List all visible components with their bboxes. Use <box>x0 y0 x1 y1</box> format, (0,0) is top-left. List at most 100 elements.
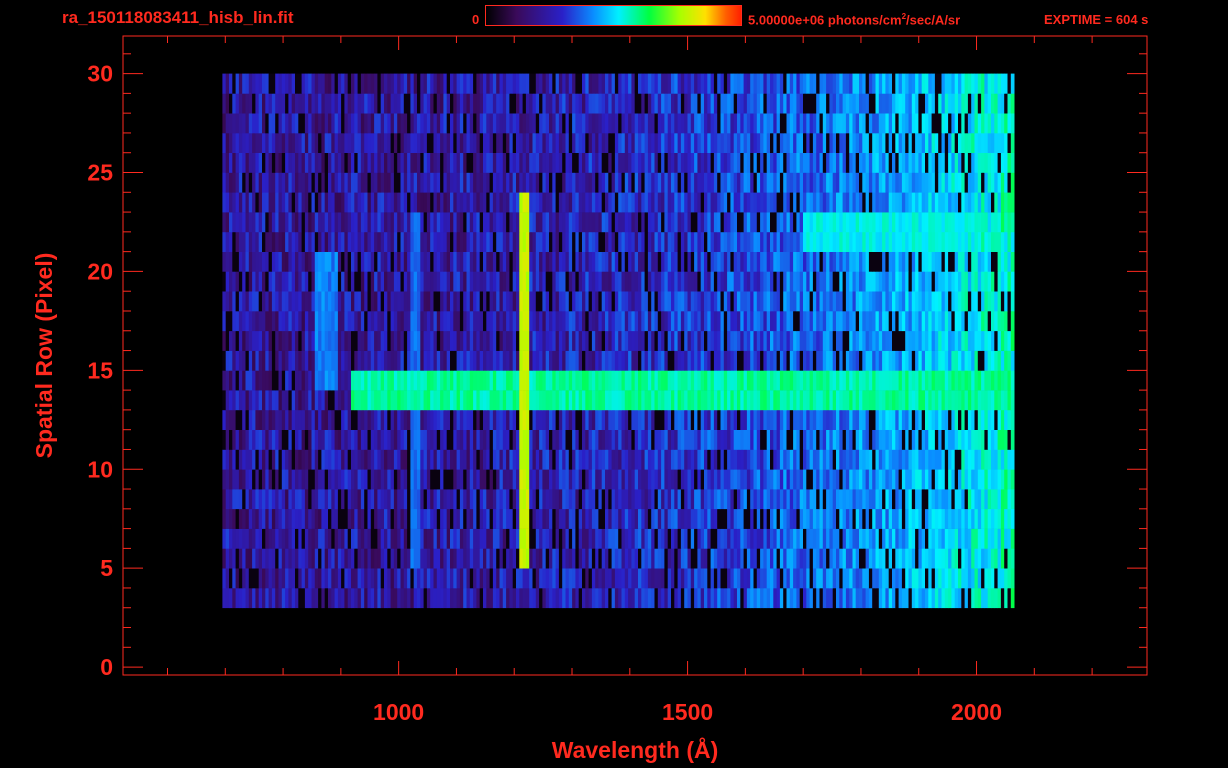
heatmap-cell <box>987 251 992 272</box>
heatmap-cell <box>443 390 448 411</box>
heatmap-cell <box>479 449 484 470</box>
heatmap-cell <box>717 251 721 272</box>
heatmap-cell <box>832 568 837 589</box>
heatmap-cell <box>915 390 919 411</box>
heatmap-cell <box>558 449 563 470</box>
heatmap-cell <box>713 271 718 292</box>
heatmap-cell <box>522 271 527 292</box>
heatmap-cell <box>575 489 580 510</box>
heatmap-cell <box>426 508 431 529</box>
heatmap-cell <box>403 469 408 490</box>
heatmap-cell <box>694 291 698 312</box>
heatmap-cell <box>420 489 424 510</box>
heatmap-cell <box>862 469 866 490</box>
heatmap-cell <box>773 212 777 233</box>
heatmap-cell <box>915 291 919 312</box>
heatmap-cell <box>397 528 401 549</box>
heatmap-cell <box>516 390 520 411</box>
heatmap-cell <box>911 489 916 510</box>
heatmap-cell <box>704 469 708 490</box>
heatmap-cell <box>265 469 269 490</box>
heatmap-cell <box>542 231 547 252</box>
heatmap-cell <box>377 370 382 391</box>
heatmap-cell <box>895 568 899 589</box>
heatmap-cell <box>925 548 929 569</box>
heatmap-cell <box>934 390 939 411</box>
heatmap-cell <box>888 251 893 272</box>
heatmap-cell <box>245 588 250 609</box>
heatmap-cell <box>812 548 817 569</box>
heatmap-cell <box>677 568 682 589</box>
heatmap-cell <box>301 291 306 312</box>
heatmap-cell <box>229 489 233 510</box>
heatmap-cell <box>938 489 942 510</box>
heatmap-cell <box>410 528 415 549</box>
heatmap-cell <box>328 311 332 332</box>
heatmap-cell <box>298 429 302 450</box>
heatmap-cell <box>390 429 395 450</box>
heatmap-cell <box>641 429 645 450</box>
heatmap-cell <box>647 192 652 213</box>
heatmap-cell <box>245 271 250 292</box>
heatmap-cell <box>661 192 665 213</box>
heatmap-cell <box>918 330 923 351</box>
heatmap-cell <box>387 528 391 549</box>
heatmap-cell <box>360 588 365 609</box>
heatmap-cell <box>994 449 998 470</box>
heatmap-cell <box>855 429 860 450</box>
heatmap-cell <box>271 588 276 609</box>
heatmap-cell <box>370 508 375 529</box>
heatmap-cell <box>403 251 408 272</box>
heatmap-cell <box>958 350 962 371</box>
heatmap-cell <box>746 251 751 272</box>
heatmap-cell <box>892 489 896 510</box>
heatmap-cell <box>710 469 715 490</box>
heatmap-cell <box>248 291 253 312</box>
heatmap-cell <box>641 231 645 252</box>
heatmap-cell <box>502 231 507 252</box>
heatmap-cell <box>456 311 461 332</box>
heatmap-cell <box>713 568 718 589</box>
heatmap-cell <box>849 528 853 549</box>
heatmap-cell <box>483 271 487 292</box>
heatmap-cell <box>839 271 843 292</box>
heatmap-cell <box>443 350 448 371</box>
heatmap-cell <box>634 429 639 450</box>
heatmap-cell <box>766 192 771 213</box>
heatmap-cell <box>1004 528 1008 549</box>
heatmap-cell <box>337 489 342 510</box>
heatmap-cell <box>595 409 599 430</box>
heatmap-cell <box>789 588 794 609</box>
heatmap-cell <box>370 449 375 470</box>
heatmap-cell <box>816 350 820 371</box>
heatmap-cell <box>776 528 781 549</box>
heatmap-cell <box>582 192 586 213</box>
heatmap-cell <box>829 409 834 430</box>
heatmap-cell <box>733 449 738 470</box>
heatmap-cell <box>479 469 484 490</box>
heatmap-cell <box>809 429 814 450</box>
heatmap-cell <box>525 350 530 371</box>
heatmap-cell <box>252 489 256 510</box>
heatmap-cell <box>558 528 563 549</box>
heatmap-cell <box>397 588 401 609</box>
heatmap-cell <box>674 231 678 252</box>
heatmap-cell <box>304 350 309 371</box>
heatmap-cell <box>298 508 302 529</box>
heatmap-cell <box>370 251 375 272</box>
heatmap-cell <box>235 251 240 272</box>
heatmap-cell <box>308 568 312 589</box>
heatmap-cell <box>852 409 857 430</box>
heatmap-cell <box>809 251 814 272</box>
heatmap-cell <box>888 271 893 292</box>
heatmap-cell <box>911 409 916 430</box>
heatmap-cell <box>242 528 246 549</box>
heatmap-cell <box>713 409 718 430</box>
heatmap-cell <box>763 330 768 351</box>
heatmap-cell <box>981 489 985 510</box>
heatmap-cell <box>552 588 556 609</box>
heatmap-cell <box>440 548 444 569</box>
heatmap-cell <box>621 489 626 510</box>
heatmap-cell <box>868 528 873 549</box>
heatmap-cell <box>324 192 329 213</box>
